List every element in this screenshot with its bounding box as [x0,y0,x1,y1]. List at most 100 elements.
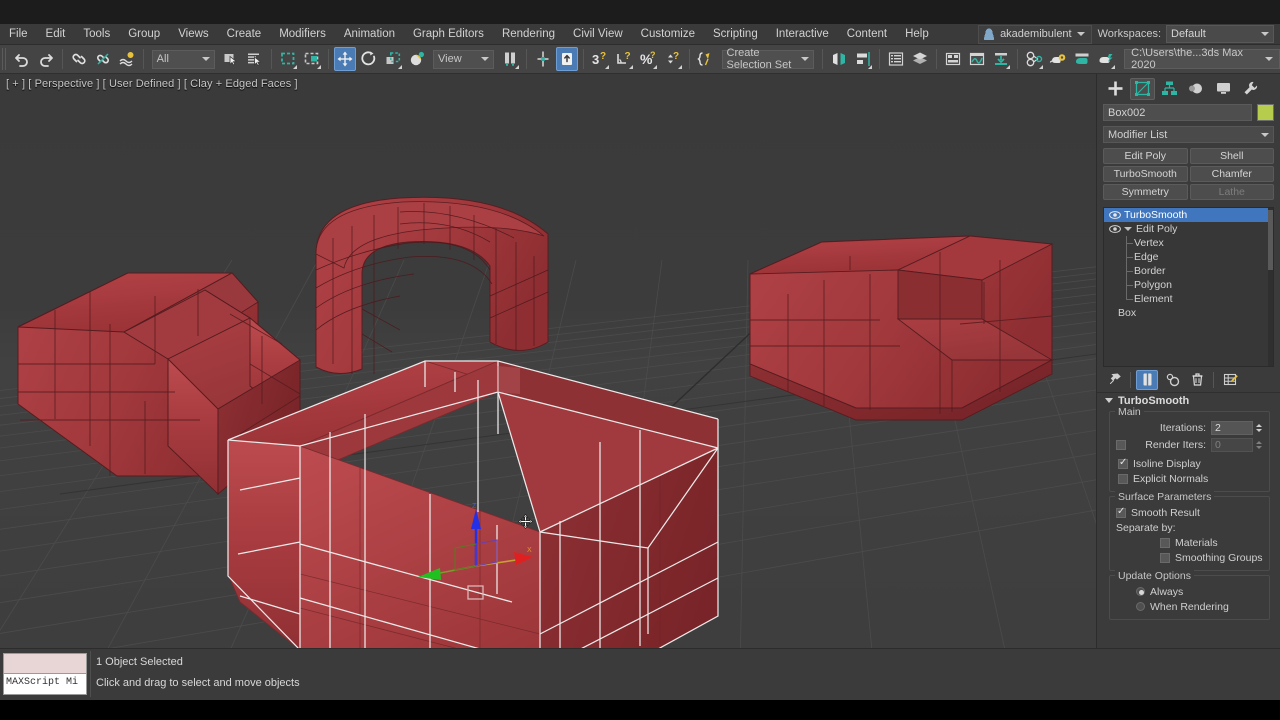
menu-scripting[interactable]: Scripting [704,24,767,45]
pin-stack-button[interactable] [1103,370,1125,390]
stack-item-edit-poly[interactable]: Edit Poly [1104,222,1273,236]
select-and-uniform-scale-button[interactable] [382,47,404,71]
menu-tools[interactable]: Tools [74,24,119,45]
spinner-snap-toggle-button[interactable]: ? [661,47,683,71]
when-rendering-radio[interactable] [1136,602,1145,611]
object-color-swatch[interactable] [1257,104,1274,121]
material-editor-button[interactable] [1023,47,1045,71]
materials-checkbox[interactable] [1160,537,1170,548]
modifier-button-symmetry[interactable]: Symmetry [1103,184,1188,200]
smoothing-groups-row[interactable]: Smoothing Groups [1116,550,1263,565]
menu-help[interactable]: Help [896,24,938,45]
layer-explorer-button[interactable] [909,47,931,71]
display-tab[interactable] [1211,78,1236,100]
listener-output-pane[interactable] [4,654,86,674]
menu-animation[interactable]: Animation [335,24,404,45]
modifier-button-chamfer[interactable]: Chamfer [1189,166,1274,182]
menu-content[interactable]: Content [838,24,896,45]
modifier-button-turbosmooth[interactable]: TurboSmooth [1103,166,1188,182]
modifier-button-lathe[interactable]: Lathe [1189,184,1274,200]
align-button[interactable] [852,47,874,71]
schematic-view-button[interactable] [990,47,1012,71]
menu-views[interactable]: Views [169,24,217,45]
modifier-button-shell[interactable]: Shell [1189,148,1274,164]
menu-civil-view[interactable]: Civil View [564,24,632,45]
motion-tab[interactable] [1184,78,1209,100]
select-and-move-button[interactable] [333,47,356,71]
user-account-dropdown[interactable]: akademibulent [978,24,1092,44]
angle-snap-toggle-alt-button[interactable]: ? [613,47,635,71]
materials-row[interactable]: Materials [1116,535,1263,550]
rectangular-selection-region-button[interactable] [277,47,299,71]
when-rendering-row[interactable]: When Rendering [1116,599,1263,614]
stack-subitem-vertex[interactable]: Vertex [1104,236,1273,250]
curve-editor-button[interactable] [966,47,988,71]
undo-button[interactable] [10,47,32,71]
select-object-button[interactable] [220,47,242,71]
stack-scrollbar[interactable] [1268,208,1273,366]
menu-edit[interactable]: Edit [37,24,75,45]
stack-item-box[interactable]: Box [1104,306,1273,320]
create-tab[interactable] [1103,78,1128,100]
explicit-normals-checkbox[interactable] [1118,473,1128,484]
render-iters-spinner[interactable]: 0 [1211,437,1253,452]
window-crossing-button[interactable] [301,47,323,71]
percent-snap-toggle-button[interactable]: %? [637,47,659,71]
stack-subitem-edge[interactable]: Edge [1104,250,1273,264]
project-folder-dropdown[interactable]: C:\Users\the...3ds Max 2020 [1124,47,1280,71]
stack-subitem-border[interactable]: Border [1104,264,1273,278]
select-and-rotate-button[interactable] [358,47,380,71]
remove-modifier-button[interactable] [1186,370,1208,390]
stack-subitem-polygon[interactable]: Polygon [1104,278,1273,292]
select-and-link-button[interactable] [68,47,90,71]
eye-icon[interactable] [1108,224,1121,234]
render-iters-checkbox[interactable] [1116,439,1126,450]
explicit-normals-row[interactable]: Explicit Normals [1116,471,1263,486]
snaps-toggle-button[interactable] [532,47,554,71]
listener-input-pane[interactable]: MAXScript Mi [4,674,86,694]
angle-snap-toggle-button[interactable] [556,47,579,71]
select-and-place-button[interactable] [406,47,428,71]
chevron-down-icon[interactable] [1124,227,1132,231]
maxscript-mini-listener[interactable]: MAXScript Mi [3,653,87,695]
reference-coordinate-dropdown[interactable]: View [433,49,495,69]
menu-file[interactable]: File [0,24,37,45]
stack-subitem-element[interactable]: Element [1104,292,1273,306]
selection-filter-dropdown[interactable]: All [151,49,215,69]
redo-button[interactable] [35,47,57,71]
menu-group[interactable]: Group [119,24,169,45]
iterations-spinner-arrows[interactable] [1254,421,1263,435]
stack-item-turbosmooth[interactable]: TurboSmooth [1104,208,1273,222]
use-pivot-point-center-button[interactable] [499,47,521,71]
configure-modifier-sets-button[interactable] [1219,370,1241,390]
rendered-frame-window-button[interactable] [1071,47,1093,71]
scene-explorer-button[interactable] [885,47,907,71]
toolbar-grip[interactable] [2,48,8,70]
utilities-tab[interactable] [1238,78,1263,100]
smoothing-groups-checkbox[interactable] [1160,552,1170,563]
modifier-stack[interactable]: TurboSmooth Edit Poly Vertex Edge Border… [1103,207,1274,367]
viewport-label[interactable]: [ + ] [ Perspective ] [ User Defined ] [… [6,78,298,90]
menu-modifiers[interactable]: Modifiers [270,24,335,45]
menu-graph-editors[interactable]: Graph Editors [404,24,493,45]
always-radio[interactable] [1136,587,1145,596]
smooth-result-row[interactable]: Smooth Result [1116,505,1263,520]
toggle-ribbon-button[interactable] [942,47,964,71]
select-by-name-button[interactable] [244,47,266,71]
menu-rendering[interactable]: Rendering [493,24,564,45]
unlink-selection-button[interactable] [92,47,114,71]
make-unique-button[interactable] [1161,370,1183,390]
modifier-button-edit-poly[interactable]: Edit Poly [1103,148,1188,164]
edit-named-selection-sets-button[interactable] [694,47,716,71]
modify-tab[interactable] [1130,77,1155,100]
modifier-list-dropdown[interactable]: Modifier List [1103,126,1274,143]
snap-3-button[interactable]: 3? [589,47,611,71]
iterations-spinner[interactable]: 2 [1211,420,1253,435]
isoline-display-checkbox[interactable] [1118,457,1128,469]
eye-icon[interactable] [1108,210,1121,220]
show-end-result-button[interactable] [1136,369,1158,390]
render-production-button[interactable] [1095,47,1117,71]
menu-customize[interactable]: Customize [632,24,704,45]
mirror-button[interactable] [828,47,850,71]
isoline-display-row[interactable]: Isoline Display [1116,456,1263,471]
